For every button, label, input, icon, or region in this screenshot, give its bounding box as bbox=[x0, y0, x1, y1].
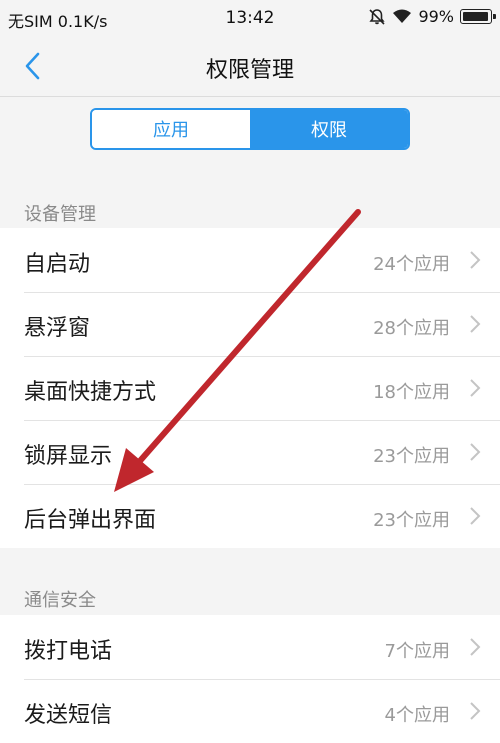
list-item[interactable]: 自启动 24个应用 bbox=[0, 228, 500, 292]
item-count: 7个应用 bbox=[384, 641, 450, 662]
communication-security-list: 拨打电话 7个应用 发送短信 4个应用 bbox=[0, 615, 500, 743]
item-count: 23个应用 bbox=[373, 510, 450, 531]
item-label: 后台弹出界面 bbox=[24, 508, 157, 533]
battery-icon bbox=[460, 9, 496, 24]
item-count: 28个应用 bbox=[373, 318, 450, 339]
item-label: 锁屏显示 bbox=[24, 444, 113, 469]
chevron-right-icon bbox=[470, 702, 481, 720]
list-item[interactable]: 锁屏显示 23个应用 bbox=[0, 420, 500, 484]
item-count: 24个应用 bbox=[373, 254, 450, 275]
chevron-right-icon bbox=[470, 443, 481, 461]
chevron-right-icon bbox=[470, 251, 481, 269]
list-item[interactable]: 拨打电话 7个应用 bbox=[0, 615, 500, 679]
status-right: 99% bbox=[368, 7, 496, 26]
chevron-right-icon bbox=[470, 315, 481, 333]
list-item[interactable]: 后台弹出界面 23个应用 bbox=[0, 484, 500, 548]
item-count: 4个应用 bbox=[384, 705, 450, 726]
chevron-right-icon bbox=[470, 638, 481, 656]
battery-fill bbox=[463, 12, 488, 21]
list-item[interactable]: 悬浮窗 28个应用 bbox=[0, 292, 500, 356]
nav-bar: 权限管理 bbox=[0, 36, 500, 96]
segmented-control: 应用 权限 bbox=[90, 108, 410, 150]
item-label: 发送短信 bbox=[24, 703, 113, 728]
list-item[interactable]: 发送短信 4个应用 bbox=[0, 679, 500, 743]
list-item[interactable]: 桌面快捷方式 18个应用 bbox=[0, 356, 500, 420]
tab-apps[interactable]: 应用 bbox=[92, 110, 250, 148]
item-label: 拨打电话 bbox=[24, 639, 113, 664]
item-count: 23个应用 bbox=[373, 446, 450, 467]
section-header-communication: 通信安全 bbox=[24, 590, 96, 611]
mute-bell-icon bbox=[369, 8, 386, 25]
device-management-list: 自启动 24个应用 悬浮窗 28个应用 桌面快捷方式 18个应用 锁屏显示 23… bbox=[0, 228, 500, 548]
tab-permissions[interactable]: 权限 bbox=[250, 110, 408, 148]
item-count: 18个应用 bbox=[373, 382, 450, 403]
battery-percent: 99% bbox=[418, 7, 454, 26]
page-title: 权限管理 bbox=[205, 58, 294, 83]
item-label: 悬浮窗 bbox=[24, 316, 91, 341]
wifi-icon bbox=[393, 9, 412, 23]
nav-divider bbox=[0, 96, 500, 97]
item-label: 自启动 bbox=[24, 252, 91, 277]
chevron-right-icon bbox=[470, 507, 481, 525]
item-label: 桌面快捷方式 bbox=[24, 380, 157, 405]
chevron-right-icon bbox=[470, 379, 481, 397]
section-header-device: 设备管理 bbox=[24, 204, 96, 225]
status-bar: 无SIM 0.1K/s 13:42 99% bbox=[0, 0, 500, 36]
